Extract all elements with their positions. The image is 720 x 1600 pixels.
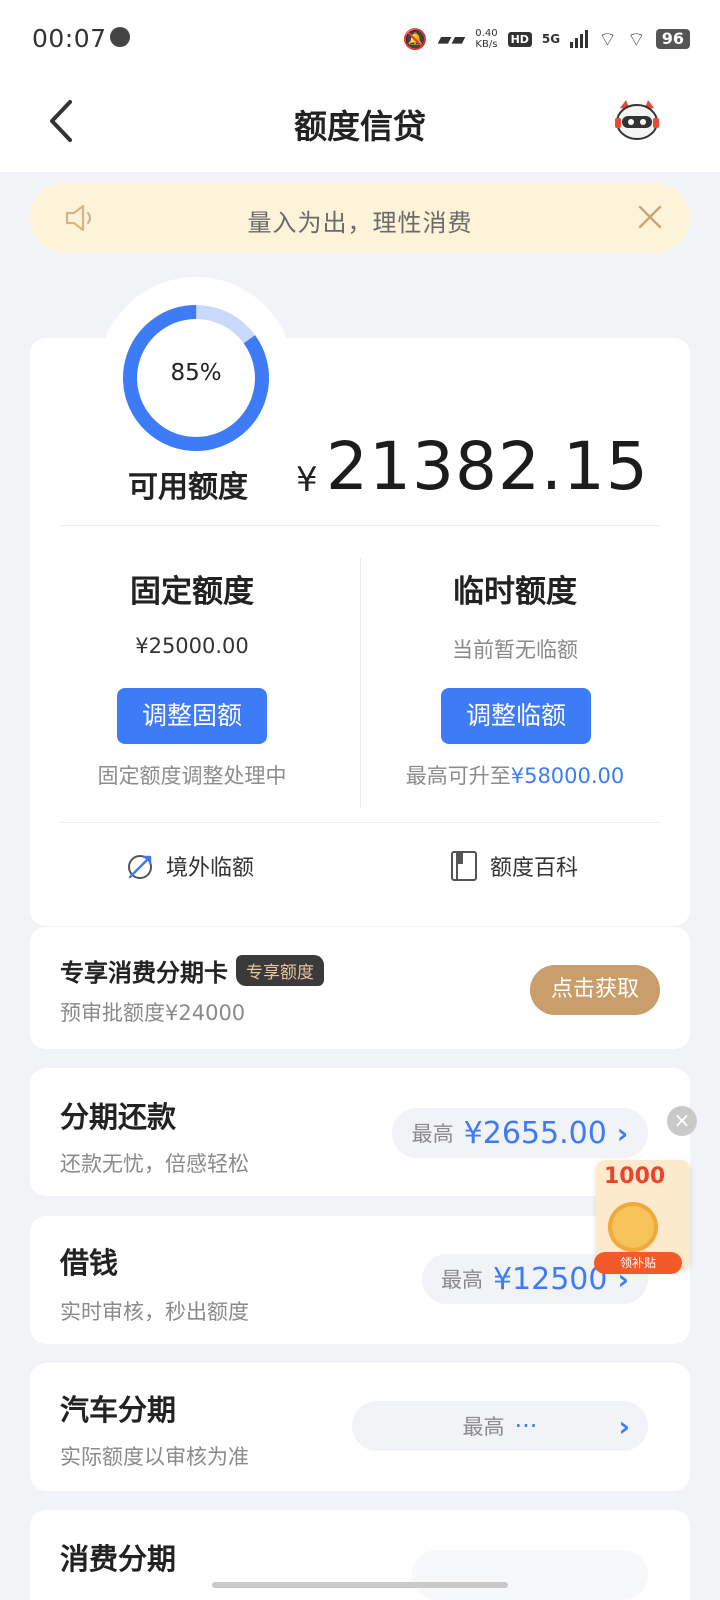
fixed-quota-note-wrap: 固定额度调整处理中 [42, 760, 342, 790]
car-max-pill[interactable]: 最高 ··· › [352, 1401, 648, 1451]
overseas-quota-label: 境外临额 [166, 856, 255, 881]
battery-icon: 96 [655, 29, 690, 49]
hd-icon: HD [507, 31, 532, 47]
net-speed: 0.40 KB/s [475, 28, 497, 50]
fixed-quota-value-wrap: ¥25000.00 [42, 634, 342, 658]
consume-title: 消费分期 [60, 1542, 177, 1576]
status-bar: 00:07 🔕 ▰▰ 0.40 KB/s HD 5G ⌔ ⌔ 96 [0, 0, 720, 78]
repay-subtitle: 还款无忧，倍感轻松 [60, 1152, 249, 1176]
temp-quota-note-wrap: 最高可升至¥58000.00 [365, 760, 665, 790]
fixed-quota-value: ¥25000.00 [135, 634, 249, 658]
signal-icon [570, 30, 589, 48]
book-icon [451, 851, 477, 881]
page-header: 额度信贷 [0, 78, 720, 172]
close-icon[interactable] [636, 203, 664, 231]
chevron-right-icon: › [616, 1116, 629, 1150]
overseas-quota-link[interactable]: 境外临额 [124, 846, 254, 886]
net-speed-value: 0.40 [475, 28, 498, 39]
loan-subtitle: 实时审核，秒出额度 [60, 1300, 249, 1324]
temp-note-prefix: 最高可升至 [405, 764, 511, 788]
carrier-logo-icon: ▰▰ [437, 28, 466, 50]
repay-title: 分期还款 [60, 1100, 177, 1134]
repay-amount: ¥2655.00 [463, 1115, 607, 1151]
get-card-button[interactable]: 点击获取 [530, 965, 660, 1015]
adjust-fixed-button[interactable]: 调整固额 [117, 688, 267, 744]
wifi-strong-icon: ⌔ [626, 26, 646, 51]
globe-icon [110, 27, 130, 47]
installment-card-title: 专享消费分期卡 专享额度 [60, 953, 324, 988]
installment-card-card[interactable]: 专享消费分期卡 专享额度 预审批额度¥24000 点击获取 [30, 927, 690, 1049]
divider [60, 525, 660, 526]
car-amount: ··· [514, 1412, 538, 1440]
promo-close-button[interactable]: × [667, 1106, 697, 1136]
promo-ribbon: 领补贴 [594, 1252, 682, 1274]
divider-vertical [360, 558, 361, 808]
notice-text: 量入为出，理性消费 [247, 209, 473, 237]
installment-card-title-text: 专享消费分期卡 [60, 959, 228, 987]
available-label: 可用额度 [128, 470, 248, 505]
status-icons: 🔕 ▰▰ 0.40 KB/s HD 5G ⌔ ⌔ 96 [403, 24, 690, 54]
wifi-icon: ⌔ [598, 26, 617, 51]
exclusive-tag: 专享额度 [236, 955, 324, 986]
temp-quota-value-wrap: 当前暂无临额 [365, 634, 665, 664]
divider [60, 822, 660, 823]
usage-percent: 85% [170, 360, 222, 386]
fixed-quota-title-wrap: 固定额度 [42, 566, 342, 611]
temp-quota-note: 最高可升至¥58000.00 [365, 760, 665, 790]
quota-wiki-link[interactable]: 额度百科 [448, 846, 578, 886]
net-speed-unit: KB/s [475, 39, 498, 50]
quota-wiki-label: 额度百科 [490, 856, 579, 881]
mascot-icon[interactable] [614, 98, 660, 142]
temp-quota-title-wrap: 临时额度 [365, 566, 665, 611]
car-title: 汽车分期 [60, 1393, 177, 1427]
loan-prefix: 最高 [440, 1268, 483, 1292]
loan-title: 借钱 [60, 1246, 119, 1280]
available-amount: 21382.15 [326, 428, 649, 505]
notice-banner: 量入为出，理性消费 [30, 183, 690, 253]
car-installment-card[interactable]: 汽车分期 实际额度以审核为准 最高 ··· › [30, 1363, 690, 1491]
coin-icon [608, 1202, 658, 1252]
fixed-quota-title: 固定额度 [130, 574, 254, 610]
fixed-quota-note: 固定额度调整处理中 [97, 764, 287, 788]
consume-pill[interactable] [412, 1550, 648, 1600]
subsidy-promo[interactable]: 1000 领补贴 [578, 1150, 706, 1292]
temp-quota-value: 当前暂无临额 [452, 638, 578, 662]
plane-globe-icon [128, 855, 152, 879]
currency-symbol: ¥ [296, 460, 318, 500]
promo-amount: 1000 [604, 1164, 666, 1189]
adjust-temp-button[interactable]: 调整临额 [441, 688, 591, 744]
repay-prefix: 最高 [411, 1122, 454, 1146]
car-prefix: 最高 [462, 1415, 505, 1439]
page-title: 额度信贷 [294, 107, 426, 146]
temp-quota-title: 临时额度 [453, 574, 577, 610]
installment-card-subtitle: 预审批额度¥24000 [60, 1001, 246, 1025]
temp-note-amount: ¥58000.00 [510, 764, 625, 788]
network-type: 5G [541, 32, 561, 46]
chevron-right-icon: › [618, 1409, 630, 1443]
home-indicator[interactable] [212, 1582, 508, 1588]
status-time: 00:07 [32, 24, 107, 53]
mute-bell-icon: 🔕 [402, 27, 428, 51]
car-subtitle: 实际额度以审核为准 [60, 1445, 249, 1469]
